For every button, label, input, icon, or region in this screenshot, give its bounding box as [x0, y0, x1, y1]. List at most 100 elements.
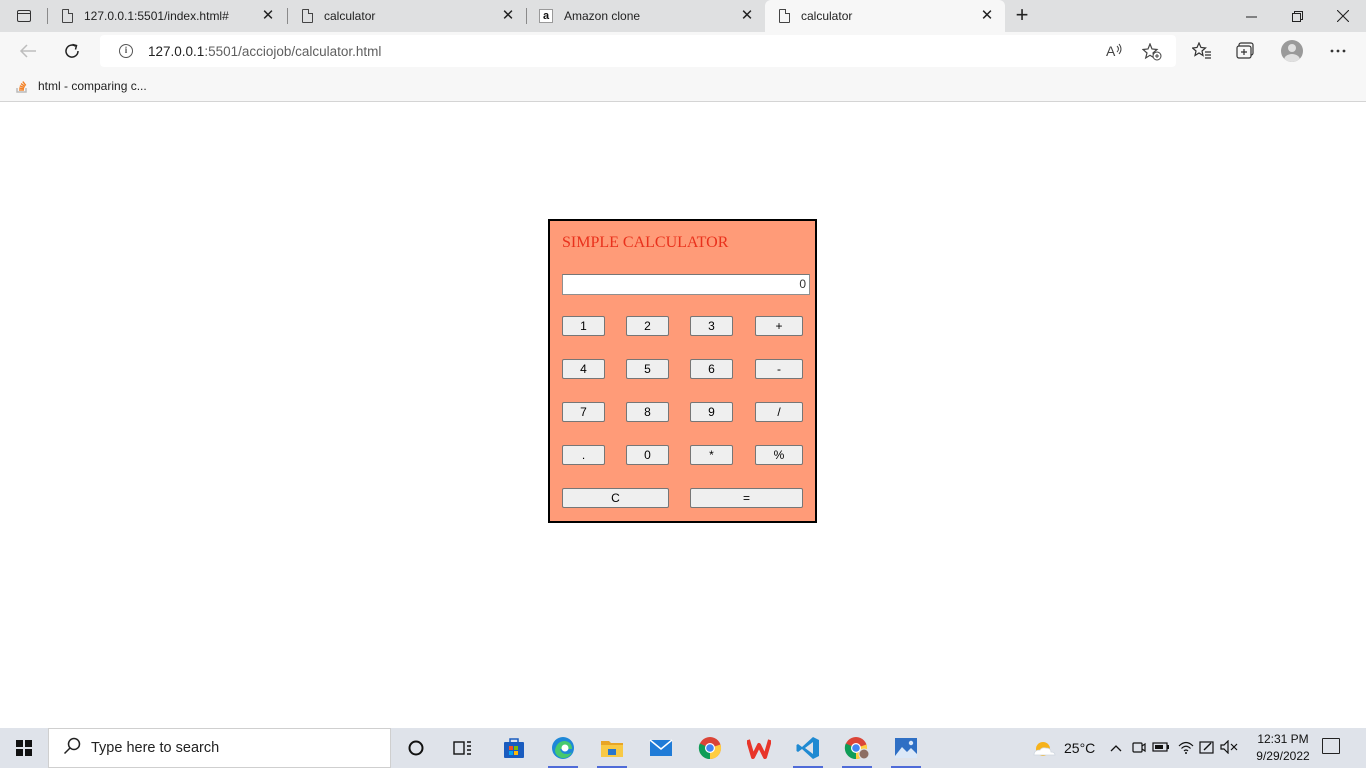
close-window-button[interactable] [1320, 0, 1366, 32]
restore-button[interactable] [1274, 0, 1320, 32]
key-5-button[interactable]: 5 [626, 359, 669, 379]
page-icon [779, 8, 791, 23]
weather-temperature: 25°C [1064, 740, 1096, 756]
chrome-profile-app[interactable] [834, 728, 880, 768]
key-9-button[interactable]: 9 [690, 402, 733, 422]
notifications-icon[interactable] [1322, 738, 1340, 754]
tab-calculator-active[interactable]: calculator ✕ [765, 0, 1005, 32]
wps-icon [747, 739, 771, 759]
tab-index[interactable]: 127.0.0.1:5501/index.html# ✕ [48, 0, 286, 32]
multiply-button[interactable]: * [690, 445, 733, 465]
microsoft-store-app[interactable] [491, 728, 537, 768]
key-1-button[interactable]: 1 [562, 316, 605, 336]
clock-time: 12:31 PM [1257, 732, 1309, 746]
settings-more-icon[interactable] [1328, 41, 1348, 61]
key-6-button[interactable]: 6 [690, 359, 733, 379]
favorite-item[interactable]: html - comparing c... [14, 76, 147, 96]
meet-now-icon[interactable] [1132, 740, 1146, 757]
minus-button[interactable]: - [755, 359, 803, 379]
new-tab-button[interactable]: + [1010, 4, 1034, 28]
taskbar-search-box[interactable]: Type here to search [48, 728, 391, 768]
tab-amazon-clone[interactable]: a Amazon clone ✕ [527, 0, 765, 32]
plus-button[interactable]: + [755, 316, 803, 336]
clock-date: 9/29/2022 [1256, 749, 1310, 763]
close-tab-icon[interactable]: ✕ [258, 6, 278, 26]
key-8-button[interactable]: 8 [626, 402, 669, 422]
calculator-title: SIMPLE CALCULATOR [562, 234, 729, 251]
svg-text:A: A [1106, 43, 1116, 59]
vscode-icon [796, 737, 819, 759]
store-icon [504, 738, 524, 758]
url-host: 127.0.0.1 [148, 43, 205, 59]
close-tab-icon[interactable]: ✕ [977, 6, 997, 26]
show-hidden-icons-icon[interactable] [1108, 741, 1124, 755]
minimize-button[interactable] [1228, 0, 1274, 32]
address-url[interactable]: 127.0.0.1:5501/acciojob/calculator.html [148, 44, 381, 59]
page-icon [62, 8, 74, 23]
tab-label: Amazon clone [564, 9, 641, 23]
add-favorite-icon[interactable] [1141, 42, 1162, 64]
minimize-icon [1245, 16, 1257, 17]
percent-button[interactable]: % [755, 445, 803, 465]
address-bar[interactable]: i 127.0.0.1:5501/acciojob/calculator.htm… [100, 35, 1176, 67]
file-explorer-app[interactable] [589, 728, 635, 768]
edge-app[interactable] [540, 728, 586, 768]
task-view-button[interactable] [440, 728, 486, 768]
decimal-button[interactable]: . [562, 445, 605, 465]
tab-actions-button[interactable] [8, 4, 40, 28]
search-icon [63, 737, 81, 760]
tab-calculator[interactable]: calculator ✕ [288, 0, 526, 32]
close-tab-icon[interactable]: ✕ [498, 6, 518, 26]
site-info-icon[interactable]: i [119, 44, 133, 58]
wps-office-app[interactable] [736, 728, 782, 768]
taskbar: Type here to search 25°C 12:31 PM 9/29/2… [0, 728, 1366, 768]
volume-muted-icon[interactable] [1220, 739, 1238, 757]
key-0-button[interactable]: 0 [626, 445, 669, 465]
cortana-button[interactable] [393, 728, 439, 768]
profile-avatar[interactable] [1281, 40, 1303, 62]
tab-actions-icon [17, 10, 31, 22]
calculator-panel: SIMPLE CALCULATOR 0 1 2 3 + 4 5 6 - 7 8 … [548, 219, 817, 523]
pen-workspace-icon[interactable] [1199, 739, 1215, 758]
chrome-profile-icon [844, 737, 870, 760]
photos-icon [895, 738, 917, 758]
task-view-icon [453, 741, 471, 755]
close-tab-icon[interactable]: ✕ [737, 6, 757, 26]
clock[interactable]: 12:31 PM 9/29/2022 [1250, 731, 1316, 765]
key-4-button[interactable]: 4 [562, 359, 605, 379]
divide-button[interactable]: / [755, 402, 803, 422]
start-button[interactable] [0, 728, 48, 768]
photos-app[interactable] [883, 728, 929, 768]
refresh-icon [65, 43, 79, 58]
restore-icon [1291, 10, 1303, 22]
vscode-app[interactable] [785, 728, 831, 768]
mail-app[interactable] [638, 728, 684, 768]
battery-icon[interactable] [1152, 741, 1170, 756]
equals-button[interactable]: = [690, 488, 803, 508]
page-viewport: SIMPLE CALCULATOR 0 1 2 3 + 4 5 6 - 7 8 … [0, 103, 1366, 728]
wifi-icon[interactable] [1178, 740, 1194, 757]
page-icon [302, 8, 314, 23]
chrome-app[interactable] [687, 728, 733, 768]
browser-toolbar: i 127.0.0.1:5501/acciojob/calculator.htm… [0, 32, 1366, 70]
stackoverflow-icon [14, 78, 30, 94]
tab-label: calculator [801, 9, 853, 23]
key-7-button[interactable]: 7 [562, 402, 605, 422]
key-3-button[interactable]: 3 [690, 316, 733, 336]
calculator-display[interactable]: 0 [562, 274, 810, 295]
read-aloud-icon[interactable]: A [1106, 43, 1124, 62]
favorites-icon[interactable] [1192, 41, 1212, 61]
key-2-button[interactable]: 2 [626, 316, 669, 336]
weather-widget[interactable]: 25°C [1032, 728, 1095, 768]
back-arrow-icon [19, 44, 36, 58]
weather-icon [1033, 742, 1056, 756]
tab-label: 127.0.0.1:5501/index.html# [84, 9, 229, 23]
clear-button[interactable]: C [562, 488, 669, 508]
windows-logo-icon [16, 740, 32, 756]
back-button[interactable] [13, 36, 43, 66]
chrome-icon [698, 737, 722, 760]
close-icon [1337, 10, 1349, 22]
refresh-button[interactable] [57, 36, 87, 66]
tab-strip: 127.0.0.1:5501/index.html# ✕ calculator … [0, 0, 1366, 32]
collections-icon[interactable] [1236, 41, 1256, 61]
